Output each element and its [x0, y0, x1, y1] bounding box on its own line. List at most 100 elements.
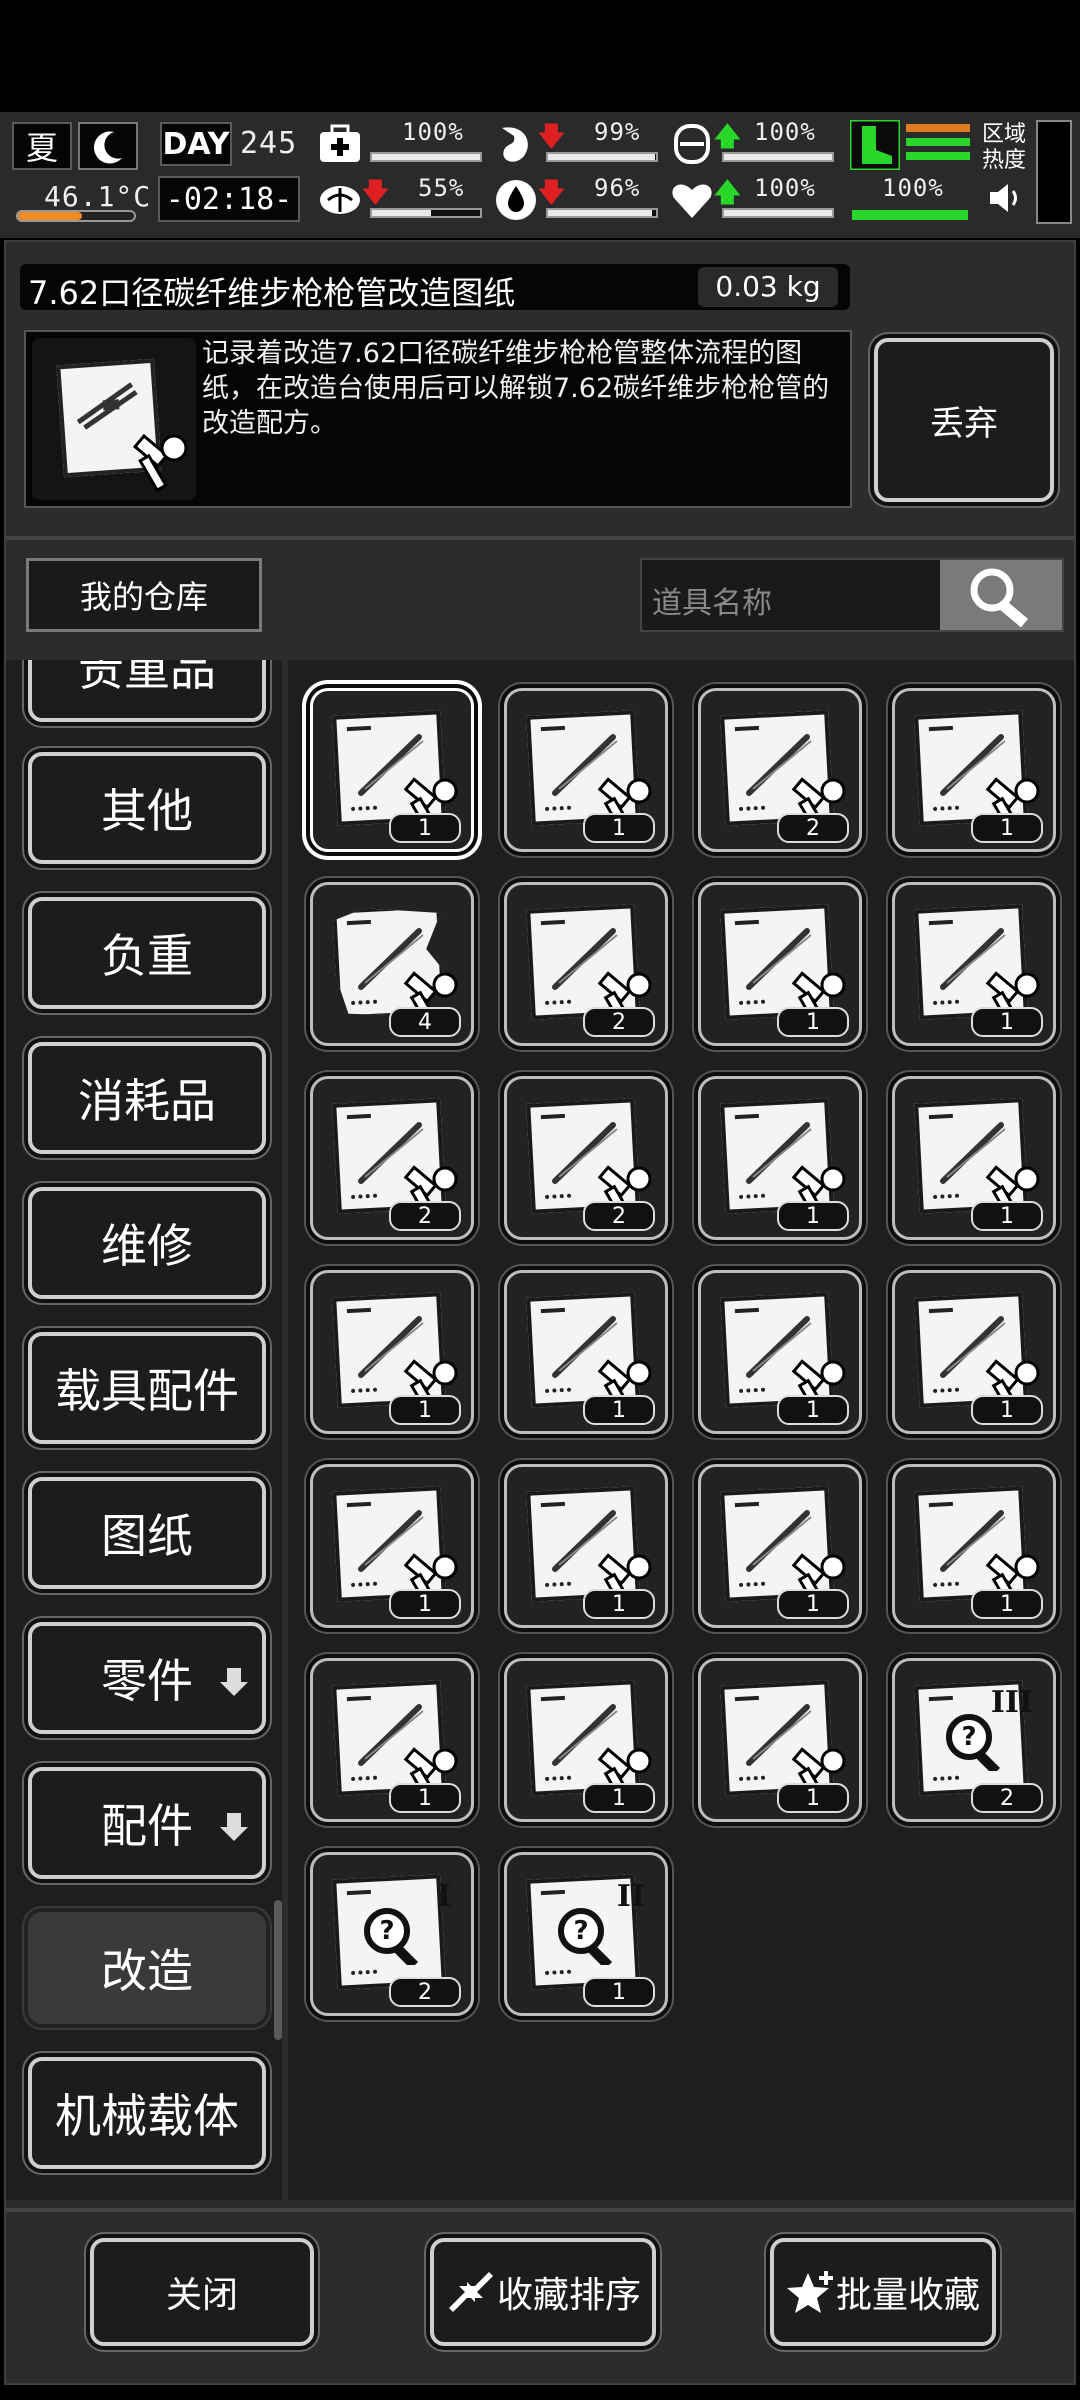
season-label: 夏	[12, 122, 72, 170]
stat-mood-value: 100%	[754, 174, 816, 202]
item-title-bar: 7.62口径碳纤维步枪枪管改造图纸 0.03 kg	[20, 264, 850, 312]
item-slot[interactable]: 1	[504, 688, 668, 852]
search-input[interactable]: 道具名称	[652, 578, 772, 622]
category-accessories[interactable]: 配件	[28, 1767, 266, 1879]
item-count-badge: 1	[583, 1395, 655, 1425]
category-components[interactable]: 零件	[28, 1622, 266, 1734]
category-accessories-label: 配件	[101, 1799, 193, 1853]
batch-favorite-button[interactable]: 批量收藏	[770, 2238, 996, 2346]
speaker-icon[interactable]	[988, 182, 1024, 214]
item-count-badge: 2	[777, 813, 849, 843]
item-grid[interactable]: 1 1 2 1 4 2 1 1 2 2 1 1 1 1 1 1 1 1 1 1 1 1 1? III 2? I 2? II 1	[288, 660, 1074, 2200]
search-button[interactable]	[940, 560, 1062, 630]
item-count-badge: 1	[389, 1589, 461, 1619]
stat-health: 100%	[318, 118, 486, 170]
helmet-icon	[674, 124, 710, 164]
storage-title: 我的仓库	[26, 558, 262, 632]
svg-text:?: ?	[961, 1722, 976, 1752]
item-count-badge: 1	[777, 1783, 849, 1813]
category-load[interactable]: 负重	[28, 897, 266, 1009]
item-count-badge: 1	[777, 1589, 849, 1619]
category-components-label: 零件	[101, 1654, 193, 1708]
category-blueprints[interactable]: 图纸	[28, 1477, 266, 1589]
category-consumables[interactable]: 消耗品	[28, 1042, 266, 1154]
expand-arrow-icon	[220, 1813, 248, 1841]
item-slot[interactable]: 1	[310, 688, 474, 852]
item-slot[interactable]: 1	[698, 1464, 862, 1628]
item-slot[interactable]: 4	[310, 882, 474, 1046]
item-slot[interactable]: 1	[504, 1270, 668, 1434]
stat-thirst-value: 96%	[594, 174, 641, 202]
category-repair[interactable]: 维修	[28, 1187, 266, 1299]
sort-favorites-button[interactable]: 收藏排序	[430, 2238, 656, 2346]
item-detail-box: 记录着改造7.62口径碳纤维步枪枪管整体流程的图纸，在改造台使用后可以解锁7.6…	[24, 330, 852, 508]
svg-text:?: ?	[379, 1916, 394, 1946]
discard-button[interactable]: 丢弃	[874, 338, 1054, 502]
item-count-badge: 1	[971, 1007, 1043, 1037]
stat-mental-value: 55%	[418, 174, 465, 202]
item-description: 记录着改造7.62口径碳纤维步枪枪管整体流程的图纸，在改造台使用后可以解锁7.6…	[202, 338, 830, 439]
item-slot[interactable]: ? II 1	[504, 1852, 668, 2016]
item-slot[interactable]: 1	[892, 1464, 1056, 1628]
item-slot[interactable]: 1	[504, 1464, 668, 1628]
stamina-value: 100%	[882, 174, 944, 202]
question-magnifier-icon: ?	[558, 1908, 613, 1965]
zone-heat-label: 区域热度	[982, 122, 1027, 173]
item-count-badge: 4	[389, 1007, 461, 1037]
item-slot[interactable]: 1	[892, 1270, 1056, 1434]
stat-hunger-bar	[546, 152, 658, 162]
item-count-badge: 1	[583, 1977, 655, 2007]
temperature-bar	[16, 210, 136, 222]
star-plus-icon	[786, 2271, 833, 2313]
item-slot[interactable]: 1	[892, 882, 1056, 1046]
category-other[interactable]: 其他	[28, 752, 266, 864]
category-mech-carrier[interactable]: 机械载体	[28, 2057, 266, 2169]
close-button[interactable]: 关闭	[90, 2238, 314, 2346]
item-slot[interactable]: ? III 2	[892, 1658, 1056, 1822]
question-magnifier-icon: ?	[364, 1908, 419, 1965]
item-count-badge: 1	[777, 1007, 849, 1037]
stat-armor-value: 100%	[754, 118, 816, 146]
category-vehicle-parts[interactable]: 载具配件	[28, 1332, 266, 1444]
item-count-badge: 1	[971, 813, 1043, 843]
temperature-value: 46.1°C	[44, 180, 152, 213]
item-slot[interactable]: 1	[892, 1076, 1056, 1240]
category-sidebar[interactable]: 贵重品 其他 负重 消耗品 维修 载具配件 图纸 零件 配件 改造 机械载体	[6, 660, 282, 2200]
item-name: 7.62口径碳纤维步枪枪管改造图纸	[28, 274, 516, 312]
item-count-badge: 1	[389, 1783, 461, 1813]
category-modify[interactable]: 改造	[28, 1912, 266, 2024]
day-number: 245	[240, 126, 298, 161]
roman-numeral: I	[436, 1879, 451, 1914]
item-slot[interactable]: 1	[310, 1658, 474, 1822]
stat-armor: 🡅 100%	[670, 118, 838, 170]
brain-icon	[320, 186, 360, 214]
item-slot[interactable]: 1	[892, 688, 1056, 852]
item-count-badge: 1	[971, 1201, 1043, 1231]
item-preview	[32, 338, 196, 500]
item-slot[interactable]: 2	[310, 1076, 474, 1240]
item-count-badge: 2	[583, 1007, 655, 1037]
divider	[6, 2208, 1074, 2212]
item-slot[interactable]: 2	[504, 1076, 668, 1240]
item-count-badge: 1	[583, 1589, 655, 1619]
season-box: 夏 46.1°C	[6, 116, 150, 230]
stat-thirst-bar	[546, 208, 658, 218]
item-count-badge: 2	[971, 1783, 1043, 1813]
item-slot[interactable]: 1	[698, 1658, 862, 1822]
stamina-stripe-orange	[906, 124, 970, 132]
item-slot[interactable]: 2	[698, 688, 862, 852]
item-slot[interactable]: 1	[310, 1464, 474, 1628]
item-slot[interactable]: 1	[698, 1270, 862, 1434]
item-slot[interactable]: 1	[698, 1076, 862, 1240]
item-slot[interactable]: 1	[310, 1270, 474, 1434]
item-slot[interactable]: 2	[504, 882, 668, 1046]
stamina-box: 100%	[846, 116, 974, 230]
item-slot[interactable]: 1	[698, 882, 862, 1046]
zone-heat-meter	[1036, 120, 1072, 224]
category-valuables[interactable]: 贵重品	[28, 660, 266, 722]
temperature-box: 46.1°C	[12, 176, 150, 224]
item-slot[interactable]: ? I 2	[310, 1852, 474, 2016]
day-box: DAY 245 -02:18-	[154, 116, 304, 230]
sidebar-scrollbar[interactable]	[274, 1900, 282, 2040]
item-slot[interactable]: 1	[504, 1658, 668, 1822]
